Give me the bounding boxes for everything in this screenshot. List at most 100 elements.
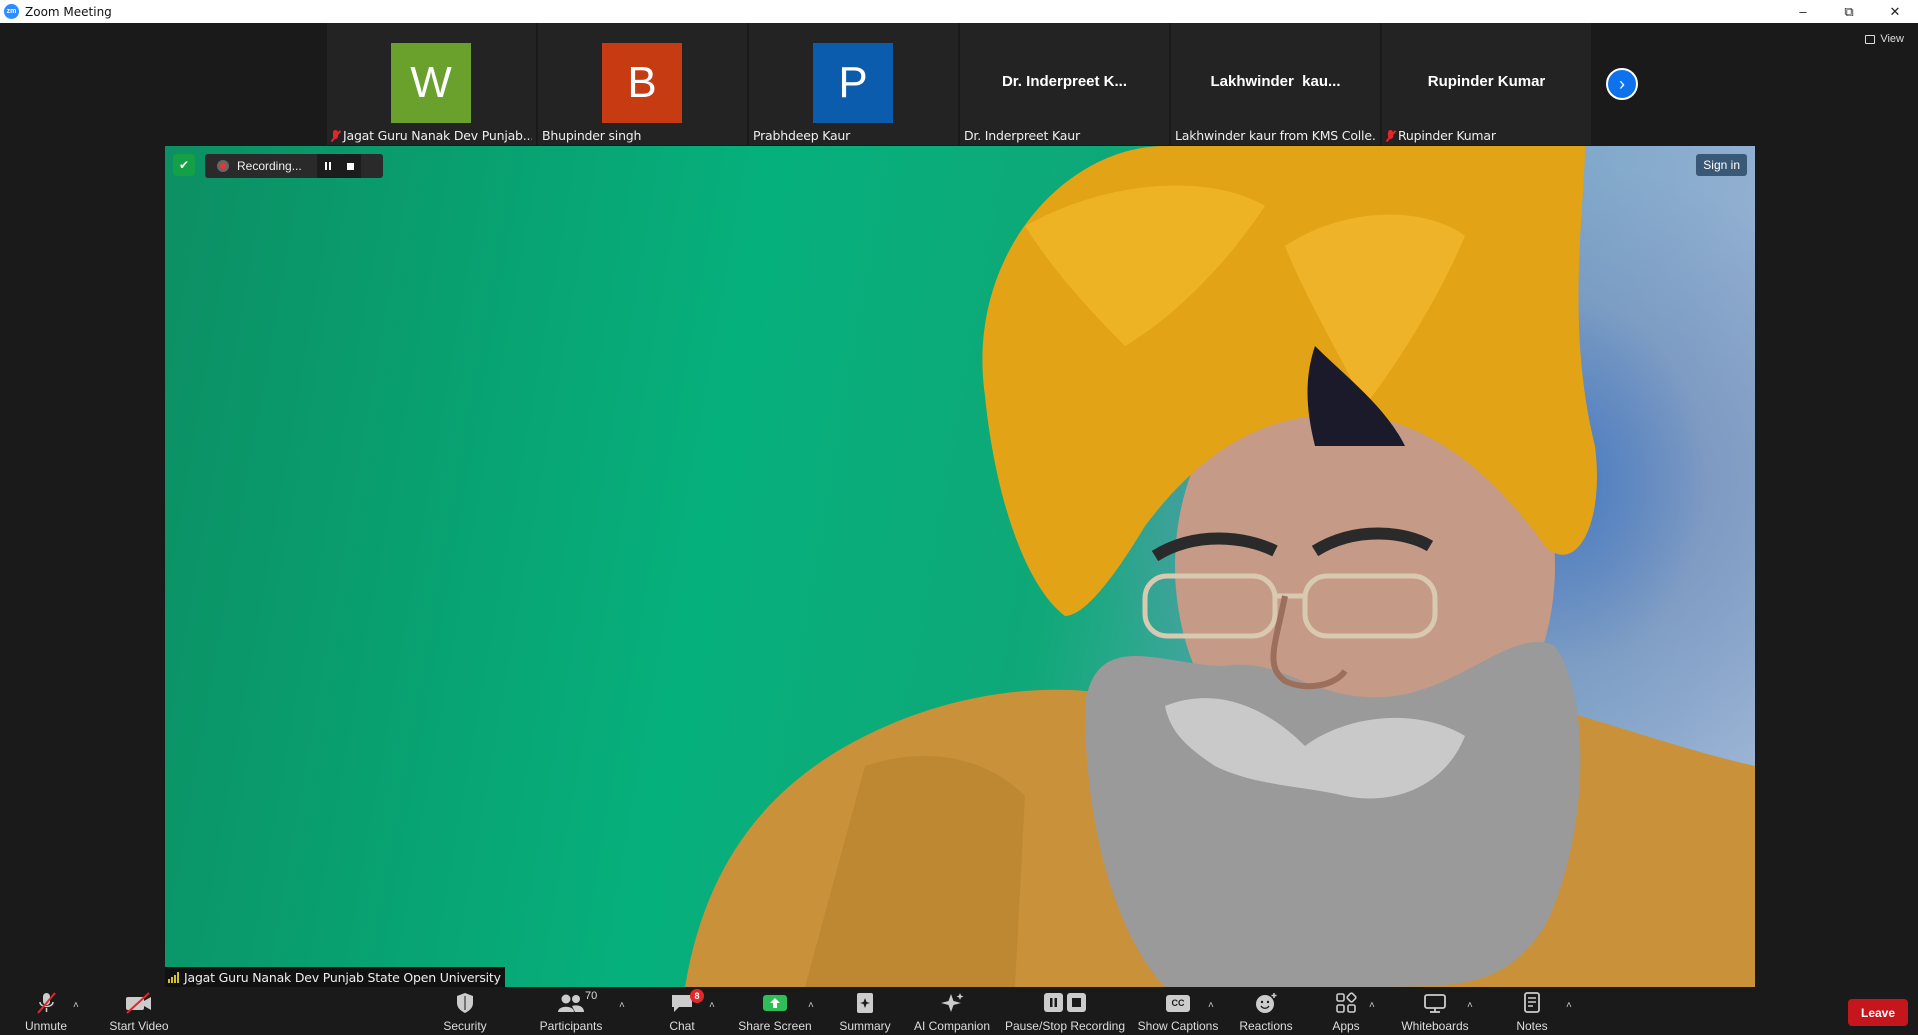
start-video-button[interactable]: Start Video xyxy=(102,989,176,1035)
recording-dot-icon xyxy=(217,160,229,172)
leave-button[interactable]: Leave xyxy=(1848,999,1908,1026)
summary-label: Summary xyxy=(839,1019,891,1033)
participant-strip: W Jagat Guru Nanak Dev Punjab... B Bhupi… xyxy=(327,23,1591,145)
ai-sparkle-icon xyxy=(939,992,965,1014)
show-captions-label: Show Captions xyxy=(1137,1019,1219,1033)
view-button[interactable]: View xyxy=(1865,33,1904,45)
captions-icon: CC xyxy=(1166,992,1190,1014)
restore-icon[interactable]: ⧉ xyxy=(1826,0,1872,23)
meeting-toolbar: Unmute ˄ Start Video Security 70 Partici… xyxy=(0,989,1918,1035)
chat-button[interactable]: 8 Chat xyxy=(662,989,704,1035)
whiteboard-icon xyxy=(1423,992,1447,1014)
apps-icon xyxy=(1335,992,1357,1014)
participant-name: Prabhdeep Kaur xyxy=(753,128,851,143)
shield-icon xyxy=(455,992,475,1014)
avatar: B xyxy=(602,43,682,123)
show-captions-button[interactable]: CC Show Captions xyxy=(1136,989,1220,1035)
share-caret-icon[interactable]: ˄ xyxy=(808,1000,814,1011)
stop-icon xyxy=(346,162,354,170)
participant-label: Lakhwinder kaur from KMS Colle... xyxy=(1175,128,1376,143)
participant-tile[interactable]: Dr. Inderpreet K... Dr. Inderpreet Kaur xyxy=(960,23,1169,145)
captions-caret-icon[interactable]: ˄ xyxy=(1208,1000,1214,1011)
participant-label: Prabhdeep Kaur xyxy=(753,128,954,143)
notes-button[interactable]: Notes xyxy=(1510,989,1554,1035)
whiteboards-button[interactable]: Whiteboards xyxy=(1394,989,1476,1035)
participants-count: 70 xyxy=(585,990,598,1002)
avatar: P xyxy=(813,43,893,123)
whiteboards-label: Whiteboards xyxy=(1401,1019,1469,1033)
security-label: Security xyxy=(443,1019,487,1033)
chat-caret-icon[interactable]: ˄ xyxy=(709,1000,715,1011)
signal-strength-icon xyxy=(168,971,179,983)
sign-in-button[interactable]: Sign in xyxy=(1696,154,1747,176)
chat-icon: 8 xyxy=(670,989,704,1014)
participant-display-name: Dr. Inderpreet K... xyxy=(1001,73,1128,90)
participant-label: Dr. Inderpreet Kaur xyxy=(964,128,1165,143)
participant-label: Bhupinder singh xyxy=(542,128,743,143)
participants-button[interactable]: 70 Participants xyxy=(535,989,607,1035)
participant-display-name: Lakhwinder kau... xyxy=(1210,73,1341,90)
mic-muted-icon xyxy=(1386,129,1395,142)
participant-name: Dr. Inderpreet Kaur xyxy=(964,128,1080,143)
notes-icon xyxy=(1522,992,1542,1014)
active-speaker-video: ✔ Recording... Sign in xyxy=(165,146,1755,987)
pause-icon xyxy=(325,162,331,170)
speaker-video-frame xyxy=(685,146,1755,987)
chat-label: Chat xyxy=(669,1019,695,1033)
start-video-label: Start Video xyxy=(109,1019,169,1033)
avatar: W xyxy=(391,43,471,123)
participant-tile[interactable]: Rupinder Kumar Rupinder Kumar xyxy=(1382,23,1591,145)
participants-caret-icon[interactable]: ˄ xyxy=(619,1000,625,1011)
share-screen-label: Share Screen xyxy=(738,1019,812,1033)
participant-name: Jagat Guru Nanak Dev Punjab... xyxy=(343,128,532,143)
participant-tile[interactable]: P Prabhdeep Kaur xyxy=(749,23,958,145)
view-button-label: View xyxy=(1880,33,1904,45)
unmute-label: Unmute xyxy=(24,1019,68,1033)
pause-recording-button[interactable] xyxy=(317,154,339,178)
participant-label: Jagat Guru Nanak Dev Punjab... xyxy=(331,128,532,143)
participant-name: Bhupinder singh xyxy=(542,128,642,143)
whiteboards-caret-icon[interactable]: ˄ xyxy=(1467,1000,1473,1011)
video-off-icon xyxy=(124,992,154,1014)
summary-icon xyxy=(854,992,876,1014)
audio-options-caret-icon[interactable]: ˄ xyxy=(73,1000,79,1011)
stop-recording-button[interactable] xyxy=(339,154,361,178)
share-screen-icon xyxy=(762,992,788,1014)
recording-indicator: Recording... xyxy=(205,154,383,178)
reactions-button[interactable]: Reactions xyxy=(1236,989,1296,1035)
participant-label: Rupinder Kumar xyxy=(1386,128,1587,143)
chat-unread-badge: 8 xyxy=(690,989,704,1003)
zoom-app-icon: zm xyxy=(4,4,19,19)
participants-label: Participants xyxy=(539,1019,603,1033)
participant-tile[interactable]: Lakhwinder kau... Lakhwinder kaur from K… xyxy=(1171,23,1380,145)
window-title: Zoom Meeting xyxy=(25,4,112,19)
unmute-button[interactable]: Unmute xyxy=(18,989,74,1035)
ai-companion-label: AI Companion xyxy=(913,1019,991,1033)
pause-stop-recording-button[interactable]: Pause/Stop Recording xyxy=(1004,989,1126,1035)
active-speaker-name: Jagat Guru Nanak Dev Punjab State Open U… xyxy=(184,969,501,985)
window-titlebar: zm Zoom Meeting – ⧉ ✕ xyxy=(0,0,1918,23)
participant-display-name: Rupinder Kumar xyxy=(1427,73,1546,90)
next-page-button[interactable]: › xyxy=(1606,68,1638,100)
apps-button[interactable]: Apps xyxy=(1322,989,1370,1035)
minimize-icon[interactable]: – xyxy=(1780,0,1826,23)
participants-icon: 70 xyxy=(557,990,597,1014)
mic-off-icon xyxy=(34,992,58,1014)
participant-tile[interactable]: W Jagat Guru Nanak Dev Punjab... xyxy=(327,23,536,145)
participant-tile[interactable]: B Bhupinder singh xyxy=(538,23,747,145)
security-button[interactable]: Security xyxy=(432,989,498,1035)
notes-caret-icon[interactable]: ˄ xyxy=(1566,1000,1572,1011)
summary-button[interactable]: Summary xyxy=(834,989,896,1035)
view-grid-icon xyxy=(1865,34,1876,44)
encryption-shield-icon[interactable]: ✔ xyxy=(173,154,195,176)
recording-status: Recording... xyxy=(237,159,302,173)
participant-name: Lakhwinder kaur from KMS Colle... xyxy=(1175,128,1376,143)
mic-muted-icon xyxy=(331,129,340,142)
pause-stop-icon xyxy=(1042,992,1088,1014)
share-screen-button[interactable]: Share Screen xyxy=(734,989,816,1035)
chevron-right-icon: › xyxy=(1619,73,1625,94)
apps-caret-icon[interactable]: ˄ xyxy=(1369,1000,1375,1011)
reactions-icon xyxy=(1254,992,1278,1014)
ai-companion-button[interactable]: AI Companion xyxy=(910,989,994,1035)
close-icon[interactable]: ✕ xyxy=(1872,0,1918,23)
